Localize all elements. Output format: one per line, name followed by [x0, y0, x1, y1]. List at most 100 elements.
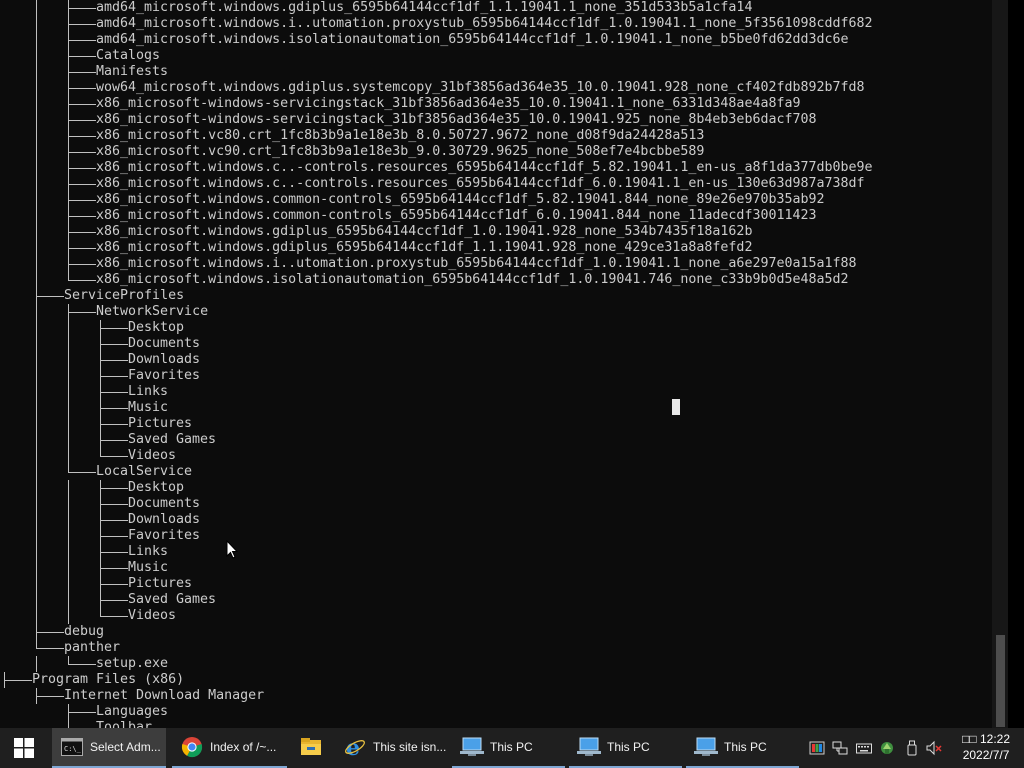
tree-branch-line — [68, 72, 96, 73]
tree-branch-line — [36, 144, 37, 160]
tree-entry-name: Videos — [128, 608, 177, 623]
green-app-icon[interactable] — [879, 740, 895, 756]
volume-muted-icon[interactable] — [926, 740, 942, 756]
color-app-icon[interactable] — [809, 740, 825, 756]
taskbar-internet-explorer[interactable]: e This site isn... — [335, 728, 448, 768]
tree-branch-line — [36, 112, 37, 128]
tree-branch-line — [36, 480, 37, 496]
tree-branch-line — [68, 432, 69, 448]
taskbar-this-pc-1[interactable]: This PC — [452, 728, 565, 768]
tree-branch-line — [36, 208, 37, 224]
tree-branch-line — [36, 648, 64, 649]
tree-entry-name: Documents — [128, 496, 201, 511]
tree-entry-name: Saved Games — [128, 432, 217, 447]
tree-entry: panther — [0, 640, 1008, 656]
taskbar-this-pc-1-label: This PC — [490, 740, 533, 754]
tree-branch-line — [68, 184, 96, 185]
tree-entry-name: Program Files (x86) — [32, 672, 185, 687]
taskbar-this-pc-3[interactable]: This PC — [686, 728, 799, 768]
tree-branch-line — [36, 256, 37, 272]
tree-entry-name: NetworkService — [96, 304, 209, 319]
tree-branch-line — [68, 448, 69, 464]
tree-branch-line — [68, 56, 96, 57]
tree-branch-line — [100, 568, 128, 569]
taskbar-file-explorer[interactable] — [291, 728, 329, 768]
tree-entry: Manifests — [0, 64, 1008, 80]
tree-branch-line — [68, 368, 69, 384]
tree-entry: Favorites — [0, 528, 1008, 544]
tree-entry-name: x86_microsoft.windows.gdiplus_6595b64144… — [96, 224, 753, 239]
tree-entry: debug — [0, 624, 1008, 640]
tree-branch-line — [100, 584, 128, 585]
tree-branch-line — [68, 200, 96, 201]
text-cursor — [672, 399, 680, 415]
tree-entry-name: x86_microsoft.windows.i..utomation.proxy… — [96, 256, 857, 271]
tree-branch-line — [68, 336, 69, 352]
tree-branch-line — [36, 96, 37, 112]
keyboard-icon[interactable] — [856, 740, 872, 756]
tree-entry-name: panther — [64, 640, 121, 655]
tree-entry: x86_microsoft.windows.common-controls_65… — [0, 192, 1008, 208]
taskbar-cmd[interactable]: C:\_ Select Adm... — [52, 728, 166, 768]
command-prompt-window[interactable]: amd64_microsoft.windows.gdiplus_6595b641… — [0, 0, 1008, 728]
tree-entry-name: LocalService — [96, 464, 193, 479]
tree-branch-line — [68, 528, 69, 544]
tree-branch-line — [36, 48, 37, 64]
tree-branch-line — [68, 472, 96, 473]
this-pc-icon — [694, 735, 718, 759]
tree-branch-line — [68, 480, 69, 496]
tree-branch-line — [36, 320, 37, 336]
tree-branch-line — [36, 592, 37, 608]
tree-entry: ServiceProfiles — [0, 288, 1008, 304]
tree-branch-line — [68, 264, 96, 265]
network-icon[interactable] — [832, 740, 848, 756]
tree-branch-line — [36, 368, 37, 384]
tree-branch-line — [36, 0, 37, 16]
taskbar-this-pc-3-label: This PC — [724, 740, 767, 754]
tree-entry: Downloads — [0, 352, 1008, 368]
tree-entry-name: x86_microsoft.windows.common-controls_65… — [96, 192, 825, 207]
vertical-scrollbar[interactable] — [992, 0, 1008, 728]
tree-branch-line — [68, 384, 69, 400]
tree-entry-name: Toolbar — [96, 720, 153, 728]
scrollbar-thumb[interactable] — [996, 635, 1005, 727]
tree-branch-line — [100, 392, 128, 393]
start-button[interactable] — [0, 728, 48, 768]
file-explorer-icon — [299, 735, 323, 759]
tree-entry: Program Files (x86) — [0, 672, 1008, 688]
tree-entry: x86_microsoft-windows-servicingstack_31b… — [0, 112, 1008, 128]
usb-icon[interactable] — [904, 740, 920, 756]
taskbar-this-pc-2[interactable]: This PC — [569, 728, 682, 768]
taskbar-chrome[interactable]: Index of /~... — [172, 728, 287, 768]
tree-entry-name: Desktop — [128, 320, 185, 335]
tree-branch-line — [36, 528, 37, 544]
tree-entry-name: Music — [128, 560, 169, 575]
tree-entry-name: Languages — [96, 704, 169, 719]
tree-entry-name: x86_microsoft.windows.common-controls_65… — [96, 208, 817, 223]
tree-entry: Videos — [0, 448, 1008, 464]
tree-branch-line — [100, 328, 128, 329]
tree-entry-name: Pictures — [128, 416, 193, 431]
tree-branch-line — [36, 128, 37, 144]
cmd-icon: C:\_ — [60, 735, 84, 759]
tree-branch-line — [68, 576, 69, 592]
tree-entry-name: Catalogs — [96, 48, 161, 63]
tree-entry: Internet Download Manager — [0, 688, 1008, 704]
tree-branch-line — [36, 304, 37, 320]
tree-branch-line — [36, 64, 37, 80]
tree-entry-name: Saved Games — [128, 592, 217, 607]
tree-entry-name: Pictures — [128, 576, 193, 591]
tree-entry-name: x86_microsoft-windows-servicingstack_31b… — [96, 112, 817, 127]
tree-branch-line — [36, 272, 37, 288]
clock[interactable]: □□ 12:22 2022/7/7 — [962, 731, 1010, 763]
tree-entry: Favorites — [0, 368, 1008, 384]
tree-entry: Music — [0, 560, 1008, 576]
internet-explorer-icon: e — [343, 735, 367, 759]
tree-branch-line — [36, 464, 37, 480]
clock-time: □□ 12:22 — [962, 732, 1010, 746]
tree-entry: x86_microsoft.windows.common-controls_65… — [0, 208, 1008, 224]
tree-branch-line — [100, 488, 128, 489]
tree-entry-name: Favorites — [128, 368, 201, 383]
tree-branch-line — [68, 40, 96, 41]
tree-branch-line — [36, 224, 37, 240]
